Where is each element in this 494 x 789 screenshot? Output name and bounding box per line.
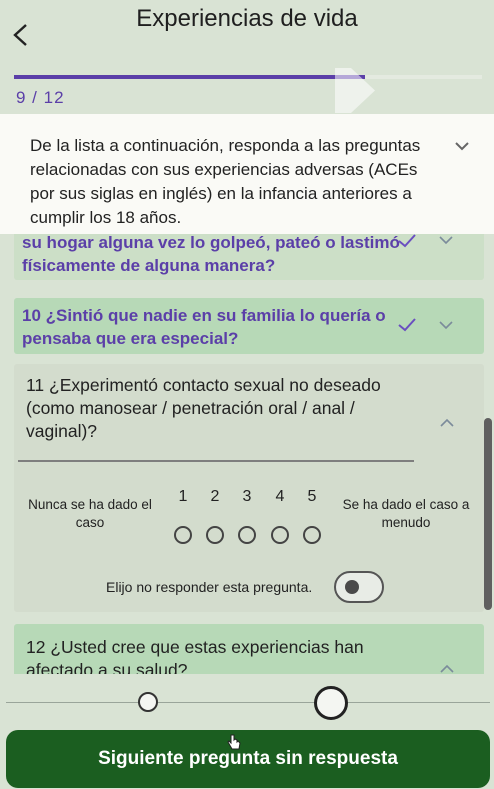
scale-radio-2[interactable] [206, 526, 224, 544]
toggle-knob [345, 580, 359, 594]
scrollbar[interactable] [484, 418, 492, 610]
decline-toggle[interactable] [334, 571, 384, 603]
question-card-12[interactable]: 12 ¿Usted cree que estas experiencias ha… [14, 624, 484, 674]
chevron-down-icon[interactable] [439, 321, 453, 330]
next-unanswered-button[interactable]: Siguiente pregunta sin respuesta [6, 730, 490, 788]
step-counter: 9 / 12 [16, 88, 65, 107]
scale-number-5: 5 [307, 488, 317, 505]
question-10-text: 10 ¿Sintió que nadie en su familia lo qu… [22, 306, 386, 348]
checkmark-icon [398, 318, 416, 332]
nav-dot-large[interactable] [314, 686, 348, 720]
question-11-text: 11 ¿Experimentó contacto sexual no desea… [26, 375, 381, 441]
nav-dot-small[interactable] [138, 692, 158, 712]
intro-panel[interactable]: De la lista a continuación, responda a l… [0, 114, 494, 234]
chevron-down-icon[interactable] [454, 140, 470, 152]
nav-divider [6, 702, 490, 703]
scale-number-3: 3 [242, 488, 252, 505]
intro-text: De la lista a continuación, responda a l… [30, 136, 421, 227]
question-card-9[interactable]: su hogar alguna vez lo golpeó, pateó o l… [14, 234, 484, 280]
decline-label: Elijo no responder esta pregunta. [106, 579, 313, 595]
chevron-up-icon[interactable] [440, 418, 454, 427]
scale-number-1: 1 [178, 488, 188, 505]
question-9-text: su hogar alguna vez lo golpeó, pateó o l… [22, 234, 400, 275]
chevron-down-icon[interactable] [439, 236, 453, 245]
scale-radio-3[interactable] [238, 526, 256, 544]
chevron-up-icon[interactable] [440, 664, 454, 673]
scale-min-label: Nunca se ha dado el caso [28, 497, 152, 530]
progress-bar [14, 75, 482, 79]
question-12-text: 12 ¿Usted cree que estas experiencias ha… [26, 637, 364, 674]
scale-radio-4[interactable] [271, 526, 289, 544]
scale-max-label: Se ha dado el caso a menudo [342, 497, 470, 530]
question-list[interactable]: su hogar alguna vez lo golpeó, pateó o l… [0, 234, 494, 674]
question-card-11[interactable]: 11 ¿Experimentó contacto sexual no desea… [14, 364, 484, 612]
scale-radio-1[interactable] [174, 526, 192, 544]
scale-radio-5[interactable] [303, 526, 321, 544]
page-title: Experiencias de vida [136, 5, 358, 32]
scale-number-2: 2 [210, 488, 220, 505]
question-card-10[interactable]: 10 ¿Sintió que nadie en su familia lo qu… [14, 298, 484, 354]
scale-number-4: 4 [275, 488, 285, 505]
checkmark-icon [398, 234, 416, 248]
progress-fill [14, 75, 365, 79]
divider [18, 460, 414, 462]
hand-cursor-icon [227, 734, 241, 750]
